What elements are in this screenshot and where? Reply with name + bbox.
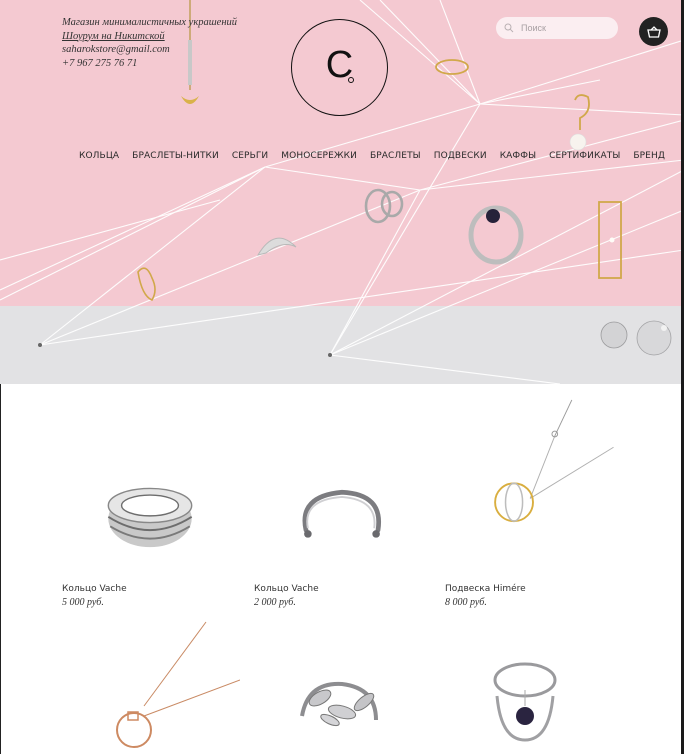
hero-banner: Магазин минималистичных украшений Шоурум… [0, 0, 684, 384]
store-phone[interactable]: +7 967 275 76 71 [62, 57, 237, 71]
silver-band-ring-image[interactable] [60, 424, 240, 604]
basket-icon [646, 25, 661, 38]
search-icon [504, 23, 514, 33]
nav-item-thread-bracelets[interactable]: БРАСЛЕТЫ-НИТКИ [132, 151, 219, 161]
nav-item-single-earrings[interactable]: МОНОСЕРЕЖКИ [281, 151, 357, 161]
silver-disc-earrings [600, 320, 672, 356]
gold-orbit-pendant-image[interactable] [443, 398, 623, 578]
brand-logo[interactable]: C [291, 19, 388, 116]
silver-pearl-ring-image[interactable] [443, 620, 623, 754]
store-contacts: Магазин минималистичных украшений Шоурум… [62, 16, 237, 70]
showroom-link[interactable]: Шоурум на Никитской [62, 30, 237, 44]
open-cuff-ring-image[interactable] [252, 424, 432, 604]
product-name[interactable]: Кольцо Vache [254, 584, 319, 594]
search-box[interactable] [496, 17, 618, 39]
nav-item-bracelets[interactable]: БРАСЛЕТЫ [370, 151, 421, 161]
nav-item-earrings[interactable]: СЕРЬГИ [232, 151, 268, 161]
main-nav: КОЛЬЦА БРАСЛЕТЫ-НИТКИ СЕРЬГИ МОНОСЕРЕЖКИ… [79, 151, 678, 161]
pearl-silver-ring-hero [468, 205, 524, 265]
store-email[interactable]: saharokstore@gmail.com [62, 43, 237, 57]
nav-item-rings[interactable]: КОЛЬЦА [79, 151, 119, 161]
search-input[interactable] [521, 23, 611, 33]
gold-wave-ring [435, 59, 469, 75]
nav-item-brand[interactable]: БРЕНД [633, 151, 665, 161]
gold-rectangle-earring [598, 201, 622, 279]
product-price: 5 000 руб. [62, 597, 104, 608]
product-price: 2 000 руб. [254, 597, 296, 608]
product-name[interactable]: Кольцо Vache [62, 584, 127, 594]
rose-gold-circle-pendant-image[interactable] [60, 620, 240, 754]
nav-item-cuffs[interactable]: КАФФЫ [500, 151, 536, 161]
nav-item-certificates[interactable]: СЕРТИФИКАТЫ [549, 151, 620, 161]
product-name[interactable]: Подвеска Himére [445, 584, 526, 594]
silver-knot-ring [364, 188, 404, 224]
logo-dot [348, 77, 354, 83]
crystal-crescent-ring [256, 237, 297, 256]
nav-item-pendants[interactable]: ПОДВЕСКИ [434, 151, 487, 161]
gold-pearl-ear-cuff [569, 94, 590, 151]
product-price: 8 000 руб. [445, 597, 487, 608]
store-tagline: Магазин минималистичных украшений [62, 17, 238, 28]
cart-button[interactable] [639, 17, 668, 46]
gold-heart-ring [137, 267, 156, 301]
silver-leaf-ring-image[interactable] [252, 620, 432, 754]
